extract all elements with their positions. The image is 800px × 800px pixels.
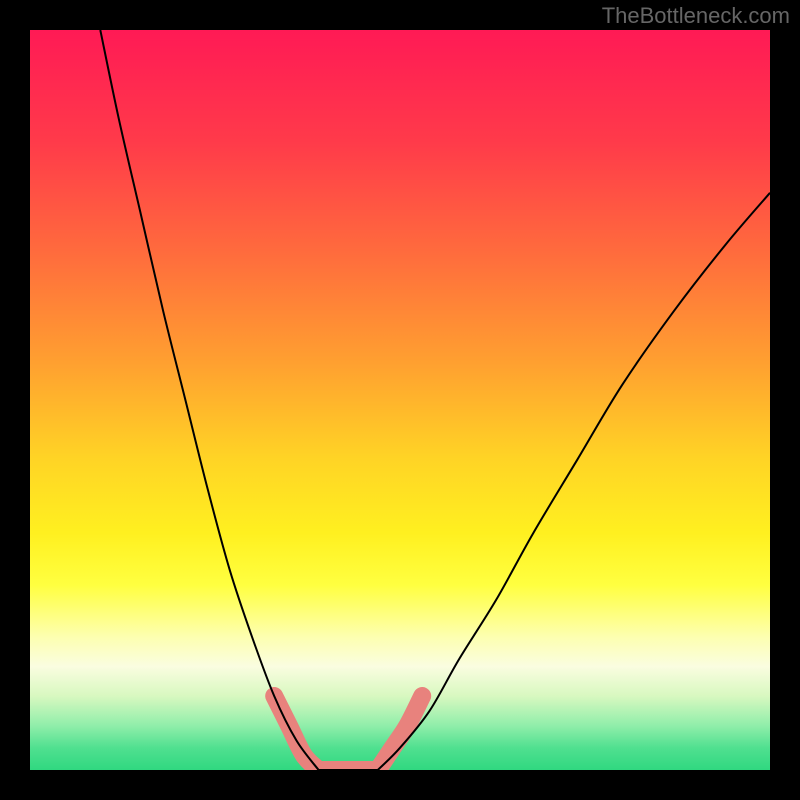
curve-left-curve [100, 30, 318, 770]
highlight-segment [378, 696, 422, 770]
curve-right-curve [378, 193, 770, 770]
curve-overlay [30, 30, 770, 770]
watermark-text: TheBottleneck.com [602, 3, 790, 29]
curves-group [100, 30, 770, 770]
chart-container [30, 30, 770, 770]
highlight-group [274, 696, 422, 770]
highlight-segment [274, 696, 318, 770]
